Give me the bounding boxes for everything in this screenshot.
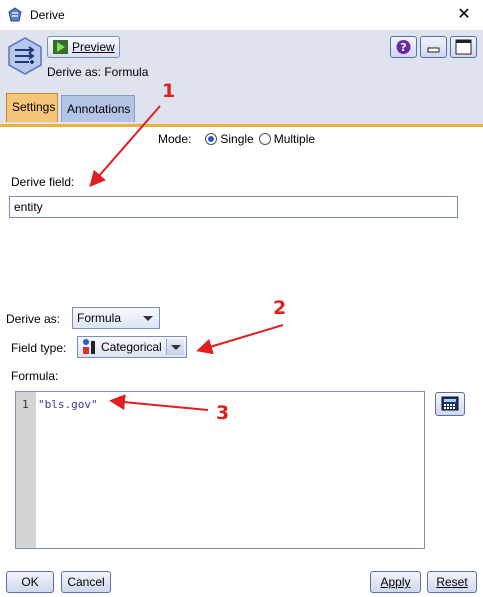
preview-button[interactable]: Preview	[47, 36, 120, 58]
minimize-button[interactable]	[420, 36, 447, 58]
svg-text:?: ?	[400, 41, 406, 54]
field-type-dropdown[interactable]: Categorical	[77, 336, 187, 358]
annotation-number-1: 1	[162, 80, 176, 102]
title-bar: Derive ✕	[0, 0, 483, 30]
derive-node-icon	[8, 37, 42, 75]
derive-as-label: Derive as:	[6, 312, 61, 326]
annotation-number-2: 2	[273, 297, 287, 319]
minimize-icon	[427, 47, 440, 53]
derive-field-input[interactable]	[9, 196, 458, 218]
preview-label: Preview	[72, 40, 115, 54]
tab-annotations[interactable]: Annotations	[61, 95, 135, 122]
formula-label: Formula:	[11, 369, 59, 383]
derive-app-icon	[8, 7, 22, 22]
chevron-down-icon	[143, 316, 153, 321]
derive-as-dropdown[interactable]: Formula	[72, 307, 160, 329]
expression-builder-button[interactable]	[435, 392, 465, 416]
field-type-value: Categorical	[101, 340, 162, 354]
field-type-label: Field type:	[11, 341, 67, 355]
calculator-icon	[441, 396, 459, 411]
categorical-icon	[83, 339, 95, 354]
help-button[interactable]: ?	[390, 36, 417, 58]
ok-button[interactable]: OK	[6, 571, 54, 593]
maximize-icon	[455, 39, 472, 55]
mode-selector: Mode: Single Multiple	[158, 132, 315, 146]
window-title: Derive	[30, 8, 65, 22]
formula-code[interactable]: "bls.gov"	[38, 398, 98, 411]
apply-label: Apply	[380, 575, 411, 589]
play-icon	[53, 40, 68, 54]
line-gutter	[16, 392, 36, 548]
settings-panel: Mode: Single Multiple Derive field: Deri…	[0, 127, 483, 597]
mode-label: Mode:	[158, 132, 192, 146]
close-icon[interactable]: ✕	[455, 6, 473, 24]
mode-single-label: Single	[220, 132, 254, 146]
derive-as-summary: Derive as: Formula	[47, 65, 149, 79]
derive-field-label: Derive field:	[11, 175, 75, 189]
reset-label: Reset	[436, 575, 468, 589]
line-number: 1	[22, 398, 29, 411]
mode-single-radio[interactable]	[205, 133, 218, 145]
reset-button[interactable]: Reset	[427, 571, 477, 593]
derive-as-value: Formula	[77, 311, 122, 325]
cancel-button[interactable]: Cancel	[61, 571, 111, 593]
mode-multiple-radio[interactable]	[258, 133, 271, 145]
annotation-number-3: 3	[216, 402, 230, 424]
mode-multiple-label: Multiple	[273, 132, 316, 146]
apply-button[interactable]: Apply	[370, 571, 421, 593]
tab-settings[interactable]: Settings	[6, 93, 58, 122]
help-icon: ?	[396, 40, 411, 54]
chevron-down-icon	[166, 339, 184, 355]
maximize-button[interactable]	[450, 36, 477, 58]
